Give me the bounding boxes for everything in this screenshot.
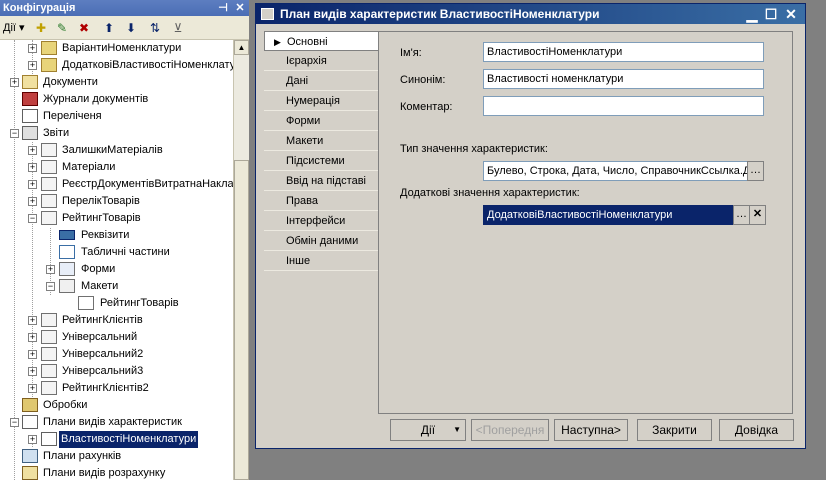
extra-values-label: Додаткові значення характеристик: <box>400 187 580 199</box>
close-dialog-icon[interactable]: ✕ <box>783 6 799 22</box>
tab-hierarchy[interactable]: Ієрархія <box>264 51 379 71</box>
enum-icon <box>22 109 38 123</box>
dialog-tabs: ▶ Основні Ієрархія Дані Нумерація Форми М… <box>264 31 380 276</box>
tab-subsystems[interactable]: Підсистеми <box>264 151 379 171</box>
extra-values-field[interactable]: ДодатковіВластивостіНоменклатури <box>483 205 734 225</box>
configuration-toolbar: Дії ▾ ✚ ✎ ✖ ⬆ ⬇ ⇅ ⊻ <box>0 16 249 40</box>
comment-label: Коментар: <box>400 101 453 113</box>
tab-data-exchange[interactable]: Обмін даними <box>264 231 379 251</box>
report-icon <box>41 194 57 208</box>
synonym-field[interactable]: Властивості номенклатури <box>483 69 764 89</box>
tab-input-based[interactable]: Ввід на підставі <box>264 171 379 191</box>
report-icon <box>41 313 57 327</box>
report-icon <box>41 177 57 191</box>
move-up-icon[interactable]: ⬆ <box>101 20 117 36</box>
maximize-icon[interactable]: ☐ <box>763 6 779 22</box>
documents-icon <box>22 75 38 89</box>
report-icon <box>41 160 57 174</box>
tree-scrollbar[interactable]: ▲ <box>233 40 249 480</box>
configuration-panel-title: Конфігурація ⊣ ✕ <box>0 0 249 16</box>
dialog-titlebar: План видів характеристик ВластивостіНоме… <box>256 4 805 24</box>
clear-icon[interactable]: ✕ <box>749 205 766 225</box>
forms-icon <box>59 262 75 276</box>
actions-button[interactable]: Дії ▼ <box>390 419 466 441</box>
tab-rights[interactable]: Права <box>264 191 379 211</box>
characteristics-dialog: План видів характеристик ВластивостіНоме… <box>255 3 806 449</box>
tab-numbering[interactable]: Нумерація <box>264 91 379 111</box>
scroll-up-icon[interactable]: ▲ <box>234 40 249 55</box>
templates-icon <box>59 279 75 293</box>
delete-icon[interactable]: ✖ <box>76 20 92 36</box>
extra-values-select-button[interactable]: … <box>733 205 750 225</box>
synonym-label: Синонім: <box>400 74 446 86</box>
configuration-tree: + ВаріантиНоменклатури + ДодатковіВласти… <box>10 40 233 480</box>
report-icon <box>41 211 57 225</box>
folder-icon <box>41 41 57 55</box>
window-icon <box>261 8 274 20</box>
filter-icon[interactable]: ⊻ <box>170 20 186 36</box>
pin-icon[interactable]: ⊣ <box>216 1 230 15</box>
actions-menu[interactable]: Дії ▾ <box>3 21 25 34</box>
name-field[interactable]: ВластивостіНоменклатури <box>483 42 764 62</box>
reports-icon <box>22 126 38 140</box>
template-icon <box>78 296 94 310</box>
table-icon <box>59 245 75 259</box>
next-button[interactable]: Наступна> <box>554 419 628 441</box>
edit-icon[interactable]: ✎ <box>54 20 70 36</box>
dropdown-arrow-icon: ▼ <box>453 425 461 434</box>
minimize-icon[interactable]: ▁ <box>744 6 760 22</box>
processing-icon <box>22 398 38 412</box>
journal-icon <box>22 92 38 106</box>
previous-button[interactable]: <Попередня <box>471 419 549 441</box>
move-down-icon[interactable]: ⬇ <box>123 20 139 36</box>
tab-forms[interactable]: Форми <box>264 111 379 131</box>
scroll-thumb[interactable] <box>234 160 249 480</box>
report-icon <box>41 347 57 361</box>
chart-item-icon <box>41 432 57 446</box>
current-tab-arrow-icon: ▶ <box>274 37 281 47</box>
main-tab-content: Ім'я: ВластивостіНоменклатури Синонім: В… <box>378 31 793 414</box>
chart-of-characteristics-icon <box>22 415 38 429</box>
type-field[interactable]: Булево, Строка, Дата, Число, СправочникС… <box>483 161 748 181</box>
chart-of-accounts-icon <box>22 449 38 463</box>
calculation-icon <box>22 466 38 480</box>
configuration-panel: Конфігурація ⊣ ✕ Дії ▾ ✚ ✎ ✖ ⬆ ⬇ ⇅ ⊻ + В… <box>0 0 249 480</box>
tab-interfaces[interactable]: Інтерфейси <box>264 211 379 231</box>
tab-main[interactable]: ▶ Основні <box>264 31 380 51</box>
close-button[interactable]: Закрити <box>637 419 712 441</box>
report-icon <box>41 381 57 395</box>
dialog-title: План видів характеристик ВластивостіНоме… <box>280 7 600 21</box>
add-icon[interactable]: ✚ <box>33 20 49 36</box>
type-label: Тип значення характеристик: <box>400 143 548 155</box>
tab-other[interactable]: Інше <box>264 251 379 271</box>
attributes-icon <box>59 230 75 240</box>
sort-icon[interactable]: ⇅ <box>147 20 163 36</box>
folder-icon <box>41 58 57 72</box>
tab-data[interactable]: Дані <box>264 71 379 91</box>
panel-title-text: Конфігурація <box>3 2 76 14</box>
type-select-button[interactable]: … <box>747 161 764 181</box>
report-icon <box>41 143 57 157</box>
comment-field[interactable] <box>483 96 764 116</box>
tab-templates[interactable]: Макети <box>264 131 379 151</box>
close-icon[interactable]: ✕ <box>233 1 247 15</box>
name-label: Ім'я: <box>400 47 422 59</box>
report-icon <box>41 364 57 378</box>
help-button[interactable]: Довідка <box>719 419 794 441</box>
report-icon <box>41 330 57 344</box>
